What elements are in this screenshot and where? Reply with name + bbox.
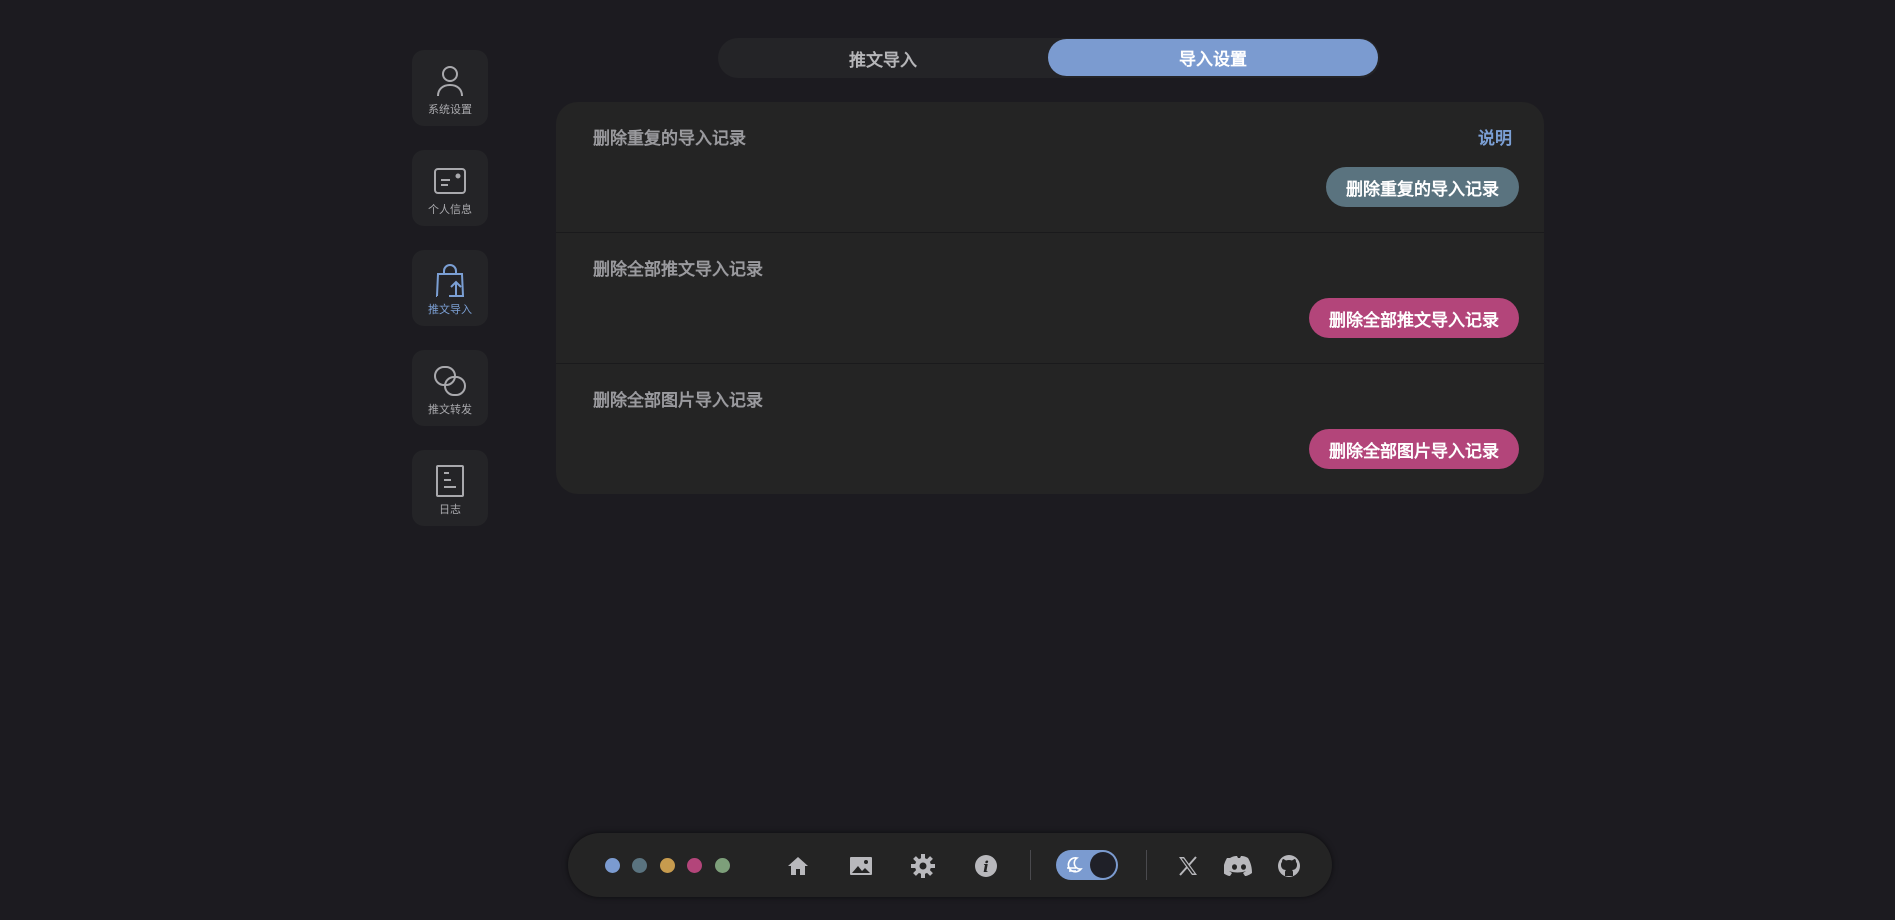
section-delete-all-images: 删除全部图片导入记录 删除全部图片导入记录 <box>556 364 1544 494</box>
sidebar-item-profile[interactable]: 个人信息 <box>412 150 488 226</box>
user-icon <box>433 64 467 98</box>
sidebar-item-label: 推文转发 <box>428 402 472 416</box>
section-title: 删除全部推文导入记录 <box>593 260 763 280</box>
divider <box>1030 850 1031 880</box>
id-card-icon <box>433 164 467 198</box>
document-icon <box>433 464 467 498</box>
theme-color-gold[interactable] <box>660 858 675 873</box>
sidebar-item-tweet-forward[interactable]: 推文转发 <box>412 350 488 426</box>
import-bag-icon <box>433 263 467 298</box>
info-icon[interactable]: i <box>973 853 999 879</box>
delete-all-images-button[interactable]: 删除全部图片导入记录 <box>1309 429 1519 469</box>
section-delete-duplicates: 删除重复的导入记录 说明 删除重复的导入记录 <box>556 102 1544 233</box>
section-title: 删除重复的导入记录 <box>593 129 746 149</box>
home-icon[interactable] <box>785 853 811 879</box>
sidebar-item-label: 系统设置 <box>428 102 472 116</box>
theme-color-pink[interactable] <box>687 858 702 873</box>
discord-icon[interactable] <box>1223 853 1255 879</box>
settings-panel: 删除重复的导入记录 说明 删除重复的导入记录 删除全部推文导入记录 删除全部推文… <box>556 102 1544 494</box>
tab-tweet-import[interactable]: 推文导入 <box>718 38 1048 78</box>
sidebar-item-label: 推文导入 <box>428 302 472 316</box>
help-link[interactable]: 说明 <box>1478 124 1512 149</box>
moon-icon <box>1065 856 1083 878</box>
gear-icon[interactable] <box>910 853 936 879</box>
bottom-dock: i <box>568 833 1332 897</box>
svg-text:i: i <box>983 858 989 876</box>
link-icon <box>433 364 467 398</box>
github-icon[interactable] <box>1276 853 1302 879</box>
tab-import-settings[interactable]: 导入设置 <box>1048 39 1378 76</box>
x-icon[interactable] <box>1175 853 1201 879</box>
tab-bar: 推文导入 导入设置 <box>718 38 1380 78</box>
theme-color-slate[interactable] <box>632 858 647 873</box>
theme-toggle[interactable] <box>1056 850 1118 880</box>
section-delete-all-tweets: 删除全部推文导入记录 删除全部推文导入记录 <box>556 233 1544 364</box>
sidebar-item-label: 日志 <box>439 502 461 516</box>
theme-color-blue[interactable] <box>605 858 620 873</box>
delete-duplicates-button[interactable]: 删除重复的导入记录 <box>1326 167 1519 207</box>
delete-all-tweets-button[interactable]: 删除全部推文导入记录 <box>1309 298 1519 338</box>
sidebar: 系统设置 个人信息 推文导入 推文转发 日志 <box>412 50 488 550</box>
image-icon[interactable] <box>848 853 874 879</box>
divider <box>1146 850 1147 880</box>
sidebar-item-label: 个人信息 <box>428 202 472 216</box>
theme-color-green[interactable] <box>715 858 730 873</box>
sidebar-item-system-settings[interactable]: 系统设置 <box>412 50 488 126</box>
toggle-knob <box>1090 852 1116 878</box>
sidebar-item-tweet-import[interactable]: 推文导入 <box>412 250 488 326</box>
section-title: 删除全部图片导入记录 <box>593 391 763 411</box>
sidebar-item-log[interactable]: 日志 <box>412 450 488 526</box>
